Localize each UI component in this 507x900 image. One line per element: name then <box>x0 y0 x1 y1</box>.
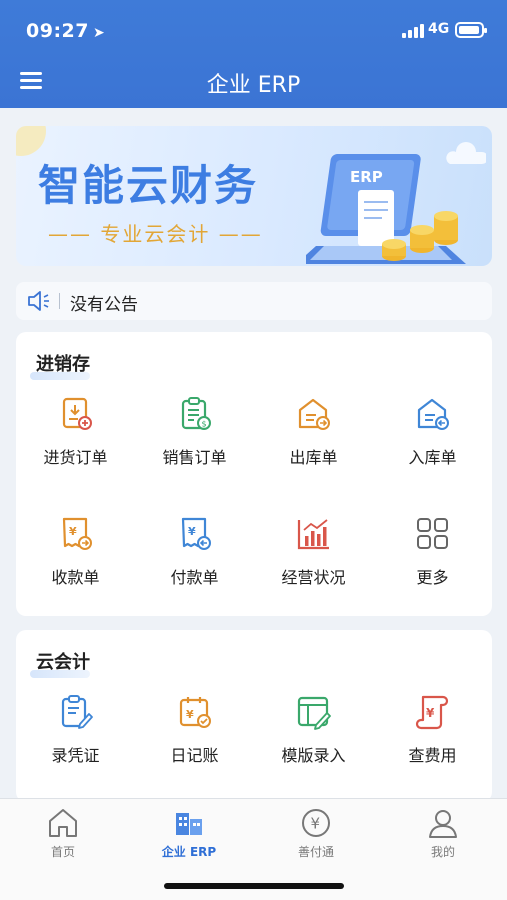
status-time-text: 09:27 <box>26 20 89 42</box>
business-status-button[interactable]: 经营状况 <box>254 516 373 606</box>
svg-text:¥: ¥ <box>186 708 194 721</box>
grid-item-label: 录凭证 <box>51 746 100 765</box>
more-button[interactable]: 更多 <box>373 516 492 606</box>
signal-icon <box>402 24 424 38</box>
tab-erp[interactable]: 企业 ERP <box>126 807 252 863</box>
svg-text:$: $ <box>202 420 207 429</box>
page-title: 企业 ERP <box>206 73 301 98</box>
inbound-button[interactable]: 入库单 <box>373 396 492 486</box>
payment-icon: ¥ <box>181 517 211 550</box>
payment-button[interactable]: ¥ 付款单 <box>135 516 254 606</box>
svg-text:¥: ¥ <box>311 815 321 833</box>
svg-text:¥: ¥ <box>188 525 196 538</box>
promo-banner[interactable]: 智能云财务 —— 专业云会计 —— ERP <box>16 126 492 266</box>
outbound-icon <box>298 398 330 430</box>
accounting-title: 云会计 <box>36 652 90 673</box>
purchase-order-button[interactable]: 进货订单 <box>16 396 135 486</box>
notice-text: 没有公告 <box>70 295 138 315</box>
tab-label: 我的 <box>430 845 455 859</box>
inbound-icon <box>417 398 449 430</box>
journal-button[interactable]: ¥ 日记账 <box>135 694 254 784</box>
grid-item-label: 模版录入 <box>281 746 346 765</box>
grid-item-label: 收款单 <box>51 568 100 587</box>
receipt-button[interactable]: ¥ 收款单 <box>16 516 135 606</box>
speaker-icon <box>28 291 49 311</box>
yen-icon: ¥ <box>302 809 330 837</box>
expense-icon: ¥ <box>415 695 449 730</box>
grid-item-label: 出库单 <box>289 448 338 467</box>
tab-label: 企业 ERP <box>161 845 217 859</box>
sales-order-icon: $ <box>181 397 211 430</box>
home-icon <box>49 809 77 837</box>
notice-bar[interactable]: 没有公告 <box>16 282 492 320</box>
tab-mine[interactable]: 我的 <box>380 807 506 863</box>
grid-item-label: 入库单 <box>408 448 457 467</box>
home-indicator <box>164 883 344 889</box>
laptop-illustration: ERP <box>306 142 486 264</box>
svg-text:¥: ¥ <box>426 706 435 720</box>
banner-title: 智能云财务 <box>38 161 259 210</box>
template-entry-button[interactable]: 模版录入 <box>254 694 373 784</box>
battery-icon <box>455 22 487 38</box>
grid-item-label: 日记账 <box>170 746 219 765</box>
building-icon <box>176 813 202 835</box>
expense-query-button[interactable]: ¥ 查费用 <box>373 694 492 784</box>
status-time: 09:27 ➤ <box>26 20 105 42</box>
tab-shanfutong[interactable]: ¥ 善付通 <box>253 807 379 863</box>
location-icon: ➤ <box>92 25 106 41</box>
template-icon <box>297 696 331 730</box>
user-icon <box>429 810 457 838</box>
grid-item-label: 更多 <box>416 568 449 587</box>
grid-item-label: 进货订单 <box>43 448 108 467</box>
grid-item-label: 付款单 <box>170 568 219 587</box>
sales-order-button[interactable]: $ 销售订单 <box>135 396 254 486</box>
chart-icon <box>297 519 329 550</box>
outbound-button[interactable]: 出库单 <box>254 396 373 486</box>
purchase-order-icon <box>62 397 92 430</box>
grid-item-label: 销售订单 <box>162 448 227 467</box>
app-header: 09:27 ➤ 4G 企业 ERP <box>0 0 507 108</box>
receipt-icon: ¥ <box>62 517 92 550</box>
banner-erp-badge: ERP <box>350 168 383 186</box>
grid-item-label: 查费用 <box>408 746 457 765</box>
inventory-title: 进销存 <box>36 354 90 375</box>
voucher-button[interactable]: 录凭证 <box>16 694 135 784</box>
tab-label: 善付通 <box>297 845 334 859</box>
voucher-icon <box>61 695 93 729</box>
grid-icon <box>417 518 448 549</box>
banner-subtitle: —— 专业云会计 —— <box>48 222 263 246</box>
journal-icon: ¥ <box>179 697 211 728</box>
network-type: 4G <box>428 21 450 37</box>
inventory-card: 进销存 进货订单 $ 销售订单 出库单 入库单 ¥ 收款单 ¥ 付款单 经营状况… <box>16 332 492 616</box>
accounting-card: 云会计 录凭证 ¥ 日记账 模版录入 ¥ 查费用 <box>16 630 492 802</box>
notice-divider <box>59 293 60 309</box>
svg-text:¥: ¥ <box>69 525 77 538</box>
grid-item-label: 经营状况 <box>281 568 346 587</box>
tab-label: 首页 <box>50 845 75 859</box>
tab-home[interactable]: 首页 <box>0 807 126 863</box>
